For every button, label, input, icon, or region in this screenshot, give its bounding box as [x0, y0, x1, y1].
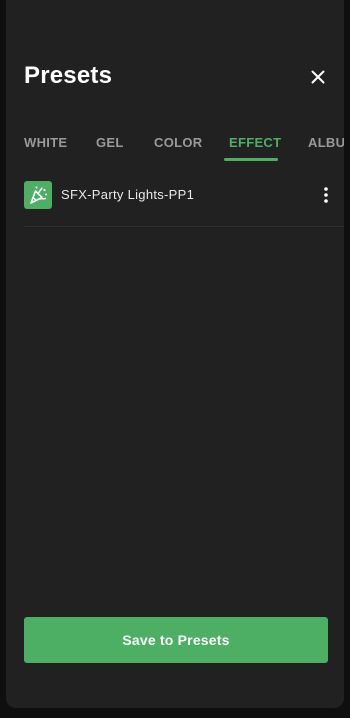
presets-sheet: Presets WHITE GEL COLOR EFFECT ALBUM: [6, 0, 344, 708]
tab-album[interactable]: ALBUM: [308, 135, 344, 150]
preset-name: SFX-Party Lights-PP1: [61, 187, 195, 202]
tab-gel[interactable]: GEL: [96, 135, 124, 150]
more-vertical-icon: [324, 187, 328, 203]
list-divider: [24, 226, 344, 227]
tab-white[interactable]: WHITE: [24, 135, 67, 150]
close-icon: [311, 70, 325, 84]
tab-color[interactable]: COLOR: [154, 135, 202, 150]
active-tab-indicator: [224, 158, 278, 161]
more-options-button[interactable]: [320, 185, 332, 205]
party-popper-icon: [24, 181, 52, 209]
header: Presets: [24, 62, 330, 98]
preset-list-item[interactable]: SFX-Party Lights-PP1: [24, 176, 332, 214]
preset-tabs: WHITE GEL COLOR EFFECT ALBUM: [6, 126, 344, 162]
save-to-presets-button[interactable]: Save to Presets: [24, 617, 328, 663]
page-title: Presets: [24, 62, 113, 89]
close-button[interactable]: [306, 65, 330, 89]
tab-effect[interactable]: EFFECT: [229, 135, 281, 150]
